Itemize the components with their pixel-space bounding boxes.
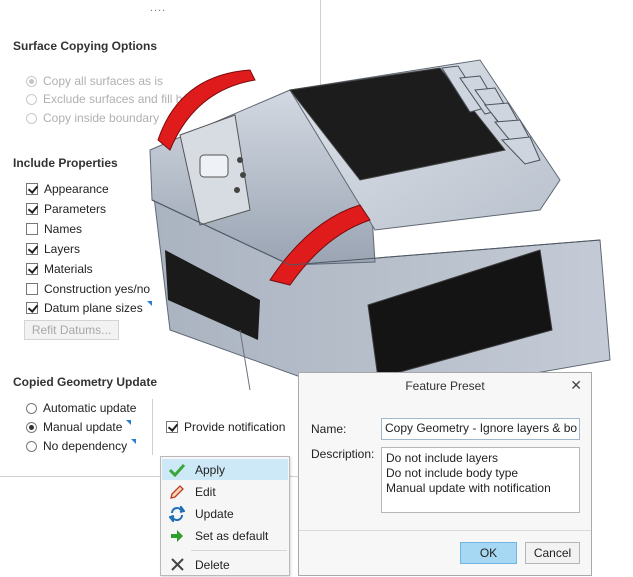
feature-preset-dialog: Feature Preset ✕ Name: Copy Geometry - I… — [298, 372, 592, 576]
radio-button[interactable] — [26, 421, 37, 433]
cancel-button[interactable]: Cancel — [525, 542, 580, 564]
checkbox-label: Names — [44, 222, 83, 236]
description-textarea[interactable]: Do not include layers Do not include bod… — [381, 447, 580, 513]
dialog-divider — [299, 530, 591, 531]
checkbox-datum-plane-sizes[interactable]: Datum plane sizes — [26, 299, 152, 317]
checkbox[interactable] — [26, 183, 38, 195]
close-icon — [167, 557, 187, 573]
checkbox-materials[interactable]: Materials — [26, 260, 93, 278]
panel-grip-handle[interactable]: .... — [150, 2, 166, 14]
battery-pack-3d-model[interactable] — [140, 30, 620, 410]
dialog-title: Feature Preset — [405, 379, 485, 393]
pencil-icon — [167, 484, 187, 500]
model-latch-button — [199, 154, 229, 178]
radio-label: Automatic update — [43, 401, 137, 415]
radio-manual-update[interactable]: Manual update — [26, 418, 132, 436]
checkbox[interactable] — [26, 203, 38, 215]
checkbox-construction[interactable]: Construction yes/no — [26, 280, 150, 298]
menu-item-label: Update — [195, 506, 234, 521]
checkmark-icon — [167, 462, 187, 478]
preset-context-menu: Apply Edit Update Set as default Delete — [160, 456, 290, 576]
menu-item-edit[interactable]: Edit — [162, 481, 288, 502]
name-input[interactable]: Copy Geometry - Ignore layers & bo — [381, 418, 580, 440]
radio-button[interactable] — [26, 402, 37, 414]
description-label: Description: — [311, 447, 375, 461]
description-line: Do not include layers — [386, 451, 499, 465]
radio-button[interactable] — [26, 440, 37, 452]
menu-item-delete[interactable]: Delete — [162, 554, 288, 575]
checkbox[interactable] — [26, 302, 38, 314]
checkbox-label: Layers — [44, 242, 81, 256]
checkbox[interactable] — [26, 283, 38, 295]
radio-button[interactable] — [26, 75, 37, 87]
radio-automatic-update[interactable]: Automatic update — [26, 399, 136, 417]
menu-item-apply[interactable]: Apply — [162, 459, 288, 480]
checkbox[interactable] — [26, 243, 38, 255]
menu-item-label: Set as default — [195, 528, 269, 543]
checkbox-appearance[interactable]: Appearance — [26, 180, 109, 198]
radio-button[interactable] — [26, 112, 37, 124]
preset-change-indicator-icon — [131, 439, 137, 444]
refresh-icon — [167, 505, 187, 522]
menu-item-set-as-default[interactable]: Set as default — [162, 525, 288, 546]
checkbox-label: Datum plane sizes — [44, 301, 143, 315]
description-line: Manual update with notification — [386, 481, 551, 495]
arrow-right-icon — [167, 528, 187, 544]
radio-label: No dependency — [43, 439, 128, 453]
menu-item-update[interactable]: Update — [162, 503, 288, 524]
checkbox-label: Construction yes/no — [44, 282, 151, 296]
menu-item-label: Apply — [195, 462, 226, 477]
checkbox-label: Provide notification — [184, 420, 286, 434]
radio-button[interactable] — [26, 93, 37, 105]
description-line: Do not include body type — [386, 466, 519, 480]
ok-button[interactable]: OK — [460, 542, 517, 564]
menu-item-label: Edit — [195, 484, 216, 499]
checkbox[interactable] — [166, 421, 178, 433]
include-properties-title: Include Properties — [13, 156, 118, 170]
preset-change-indicator-icon — [126, 420, 132, 425]
checkbox-label: Parameters — [44, 202, 107, 216]
checkbox-label: Appearance — [44, 182, 109, 196]
close-icon[interactable]: ✕ — [570, 377, 582, 394]
checkbox[interactable] — [26, 223, 38, 235]
checkbox-provide-notification[interactable]: Provide notification — [166, 418, 285, 436]
checkbox-layers[interactable]: Layers — [26, 240, 80, 258]
checkbox-names[interactable]: Names — [26, 220, 82, 238]
radio-no-dependency[interactable]: No dependency — [26, 437, 137, 455]
menu-separator — [191, 550, 287, 551]
checkbox[interactable] — [26, 263, 38, 275]
menu-item-label: Delete — [195, 557, 230, 572]
radio-label: Manual update — [43, 420, 123, 434]
checkbox-label: Materials — [44, 262, 93, 276]
copied-geometry-update-title: Copied Geometry Update — [13, 375, 158, 389]
surface-copying-title: Surface Copying Options — [13, 39, 158, 53]
refit-datums-button[interactable]: Refit Datums... — [24, 320, 119, 340]
checkbox-parameters[interactable]: Parameters — [26, 200, 106, 218]
name-label: Name: — [311, 422, 347, 436]
